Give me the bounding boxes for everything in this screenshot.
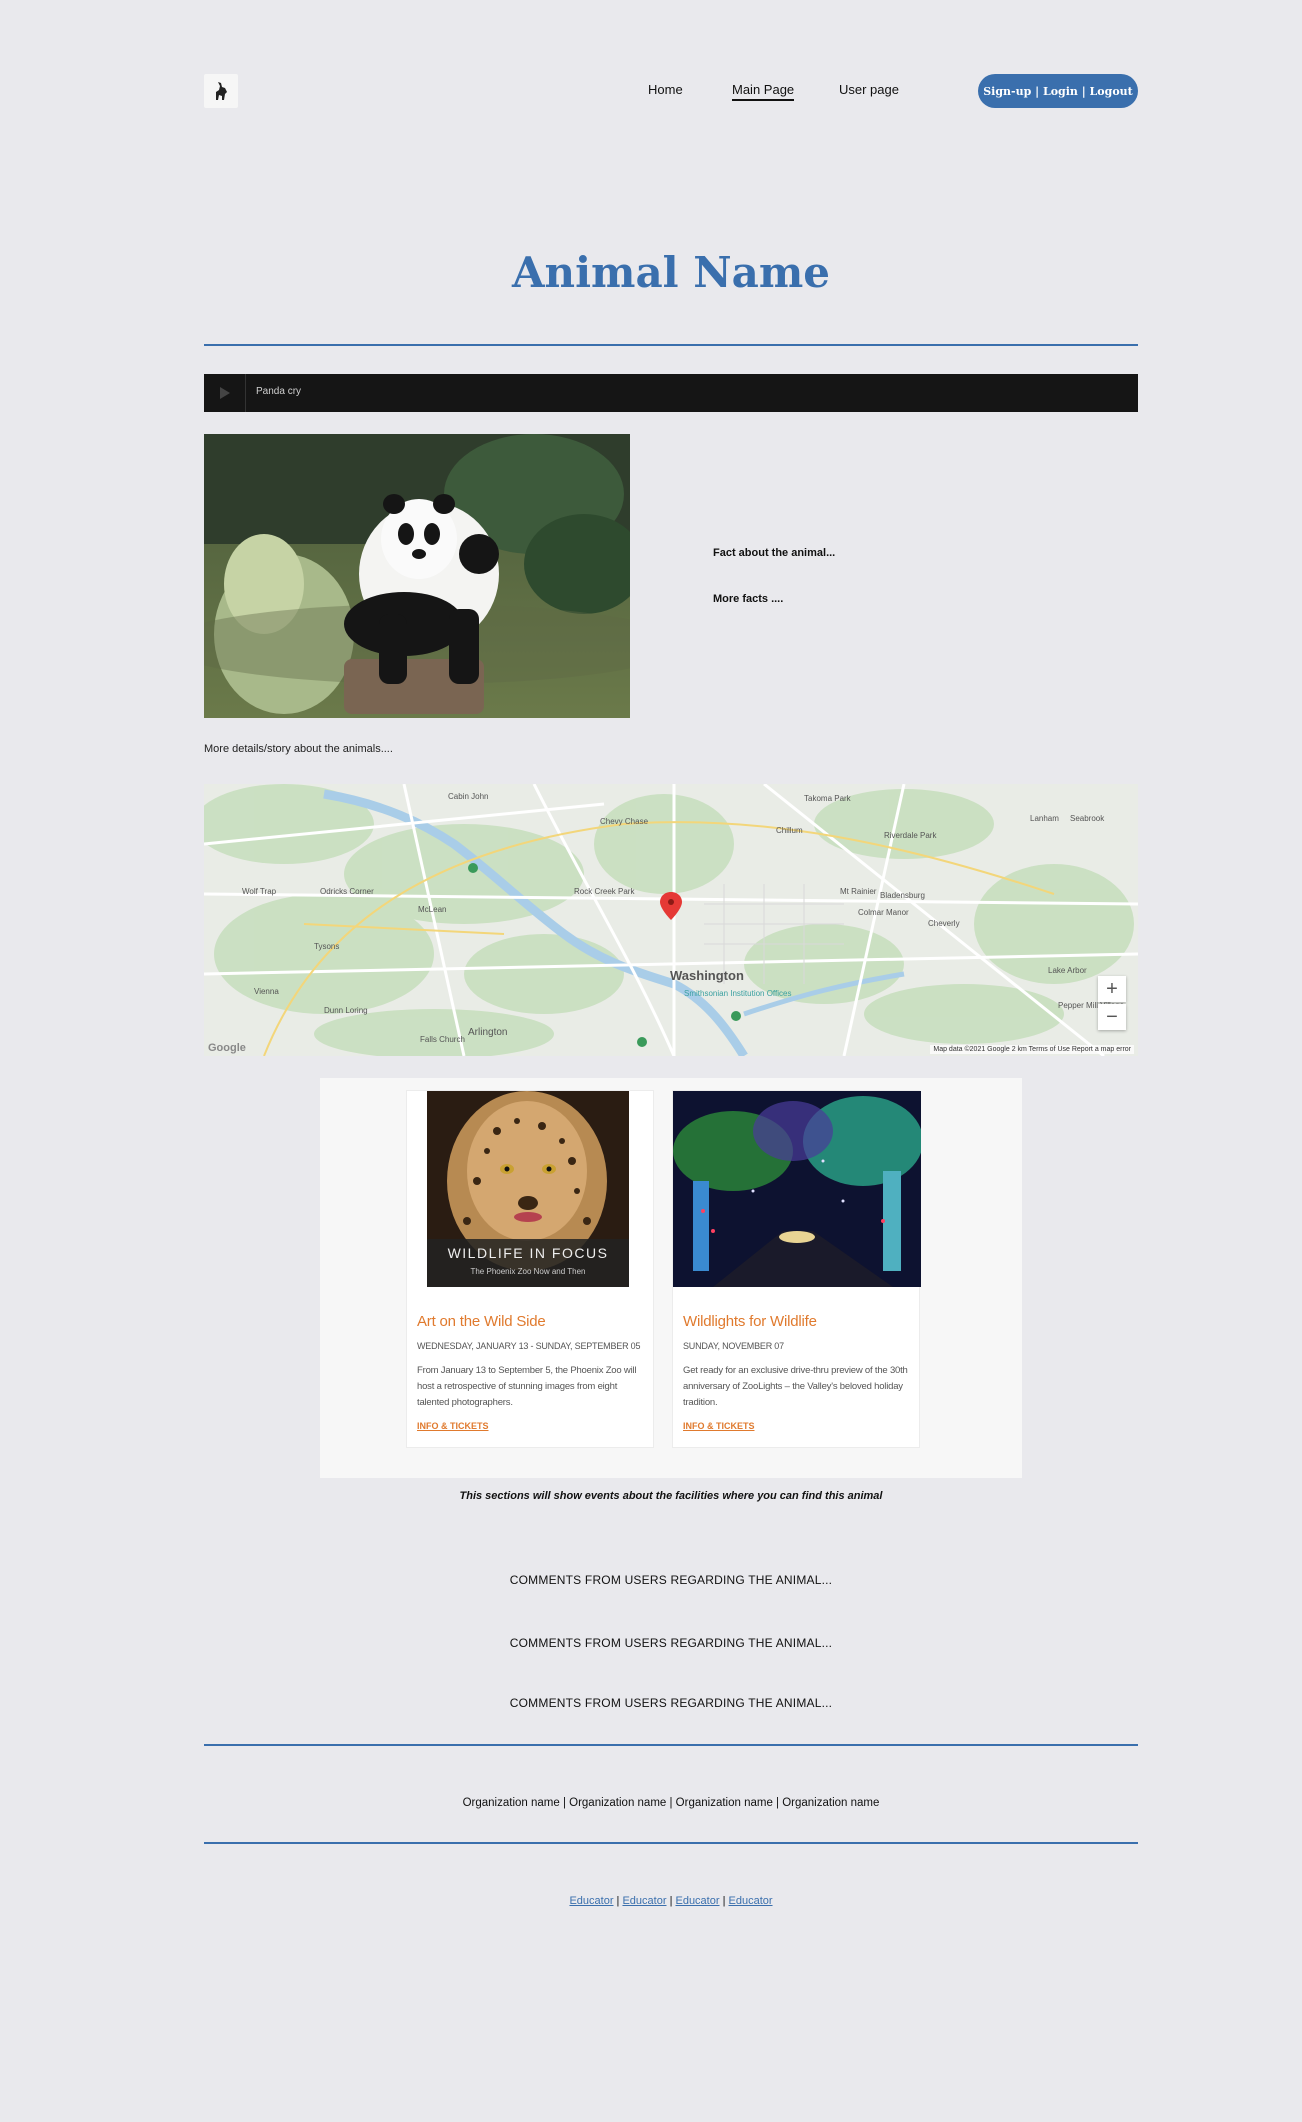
map-place-odricks: Odricks Corner [320, 887, 374, 896]
event-image [673, 1091, 921, 1287]
nav-user-page[interactable]: User page [839, 82, 899, 97]
educator-link[interactable]: Educator [569, 1895, 613, 1907]
auth-button[interactable]: Sign-up | Login | Logout [978, 74, 1138, 108]
event-description: Get ready for an exclusive drive-thru pr… [683, 1365, 908, 1408]
zoom-out-button[interactable]: − [1098, 1004, 1126, 1030]
info-tickets-link[interactable]: INFO & TICKETS [683, 1421, 755, 1431]
page-title: Animal Name [511, 248, 831, 297]
map-place-wolf-trap: Wolf Trap [242, 887, 277, 896]
event-title[interactable]: Art on the Wild Side [417, 1313, 546, 1330]
divider [204, 1842, 1138, 1844]
map-place-mclean: McLean [418, 905, 447, 914]
events-note: This sections will show events about the… [459, 1490, 883, 1502]
map-place-lake-arbor: Lake Arbor [1048, 966, 1087, 975]
site-logo[interactable] [204, 74, 238, 108]
wolf-icon [216, 82, 227, 100]
map-place-bladensburg: Bladensburg [880, 891, 925, 900]
play-icon [219, 387, 230, 399]
event-title[interactable]: Wildlights for Wildlife [683, 1313, 817, 1330]
info-tickets-link[interactable]: INFO & TICKETS [417, 1421, 489, 1431]
map-place-cheverly: Cheverly [928, 919, 960, 928]
map-place-cabin-john: Cabin John [448, 792, 489, 801]
event-image: WILDLIFE IN FOCUS The Phoenix Zoo Now an… [427, 1091, 629, 1287]
educator-link[interactable]: Educator [729, 1895, 773, 1907]
map-place-chillum: Chillum [776, 826, 803, 835]
organizations: Organization name | Organization name | … [462, 1797, 880, 1809]
map-place-vienna: Vienna [254, 987, 279, 996]
audio-player: Panda cry [204, 374, 1138, 412]
event-card: WILDLIFE IN FOCUS The Phoenix Zoo Now an… [406, 1090, 654, 1448]
play-button[interactable] [204, 374, 246, 412]
map-place-smithsonian: Smithsonian Institution Offices [684, 989, 792, 998]
map[interactable]: Washington Smithsonian Institution Offic… [204, 784, 1138, 1056]
event-description: From January 13 to September 5, the Phoe… [417, 1365, 637, 1408]
events-section: WILDLIFE IN FOCUS The Phoenix Zoo Now an… [320, 1078, 1022, 1478]
event-date: WEDNESDAY, JANUARY 13 - SUNDAY, SEPTEMBE… [417, 1341, 641, 1351]
educator-link[interactable]: Educator [675, 1895, 719, 1907]
event-image-subcaption: The Phoenix Zoo Now and Then [470, 1267, 586, 1276]
map-footer[interactable]: Map data ©2021 Google 2 km Terms of Use … [930, 1045, 1134, 1054]
event-card: Wildlights for Wildlife SUNDAY, NOVEMBER… [672, 1090, 921, 1448]
zoom-in-button[interactable]: + [1098, 976, 1126, 1002]
map-place-falls-church: Falls Church [420, 1035, 465, 1044]
event-date: SUNDAY, NOVEMBER 07 [683, 1341, 784, 1351]
map-place-riverdale: Riverdale Park [884, 831, 937, 840]
comment-2: COMMENTS FROM USERS REGARDING THE ANIMAL… [509, 1636, 833, 1650]
details-text: More details/story about the animals.... [204, 743, 393, 755]
nav-main-page[interactable]: Main Page [732, 82, 795, 101]
map-place-colmar: Colmar Manor [858, 908, 909, 917]
map-place-dunn-loring: Dunn Loring [324, 1006, 368, 1015]
map-place-seabrook: Seabrook [1070, 814, 1105, 823]
divider [204, 1744, 1138, 1746]
map-place-chevy-chase: Chevy Chase [600, 817, 649, 826]
nav-home[interactable]: Home [648, 82, 683, 97]
map-place-takoma: Takoma Park [804, 794, 851, 803]
event-image-caption: WILDLIFE IN FOCUS [447, 1245, 609, 1261]
animal-photo [204, 434, 630, 718]
map-place-tysons: Tysons [314, 942, 340, 951]
map-place-arlington: Arlington [468, 1027, 508, 1038]
educator-link[interactable]: Educator [622, 1895, 666, 1907]
map-place-brookmont: Rock Creek Park [574, 887, 635, 896]
fact-2: More facts .... [713, 593, 784, 605]
map-place-mt-rainier: Mt Rainier [840, 887, 877, 896]
google-logo: Google [208, 1042, 246, 1054]
fact-1: Fact about the animal... [713, 547, 836, 559]
divider [204, 344, 1138, 346]
map-city-label: Washington [670, 968, 744, 983]
comment-3: COMMENTS FROM USERS REGARDING THE ANIMAL… [509, 1696, 833, 1710]
comment-1: COMMENTS FROM USERS REGARDING THE ANIMAL… [509, 1573, 833, 1587]
audio-label: Panda cry [256, 386, 302, 397]
map-place-lanham: Lanham [1030, 814, 1059, 823]
educators: Educator | Educator | Educator | Educato… [569, 1895, 773, 1907]
